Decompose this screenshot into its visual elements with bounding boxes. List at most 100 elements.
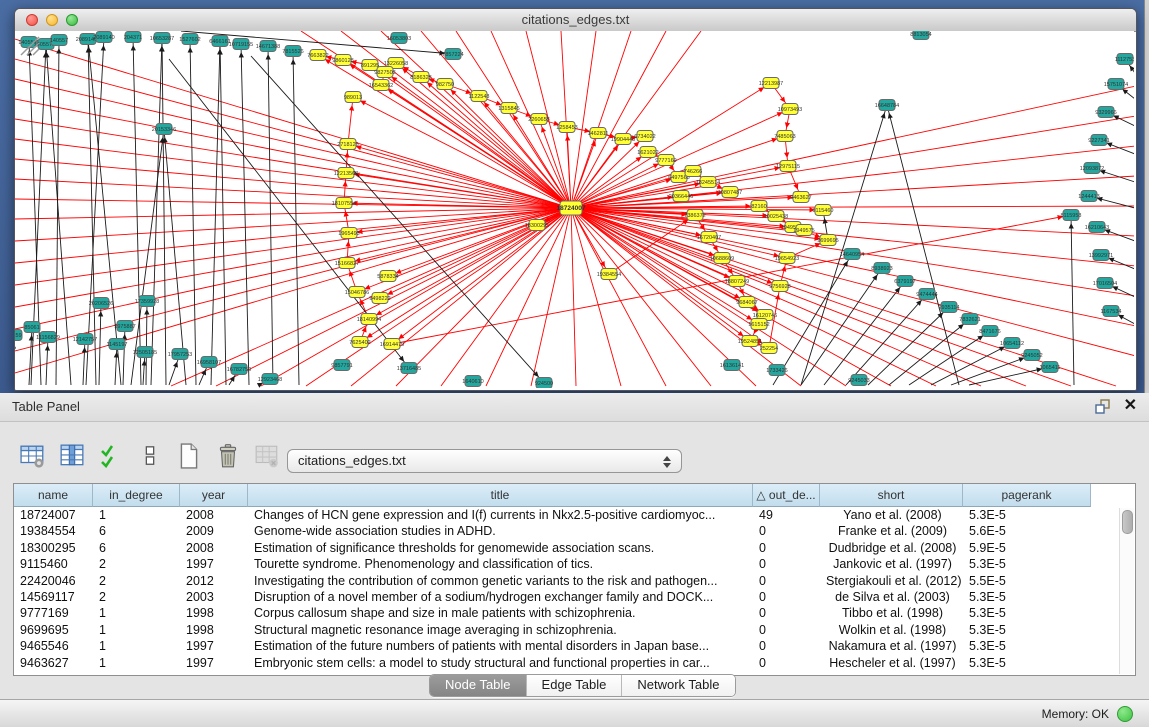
table-row[interactable]: 946362711997Embryonic stem cells: a mode… xyxy=(14,655,1135,671)
table-row[interactable]: 969969511998Structural magnetic resonanc… xyxy=(14,622,1135,638)
table-cell: 5.6E-5 xyxy=(963,523,1091,539)
table-row[interactable]: 1938455462009Genome-wide association stu… xyxy=(14,523,1135,539)
graph-node-label: 1244413 xyxy=(1078,194,1099,200)
edge-arrowhead xyxy=(843,261,848,267)
column-header-pagerank[interactable]: pagerank xyxy=(963,484,1091,507)
graph-node-label: 7857224 xyxy=(442,52,463,58)
edge-arrowhead xyxy=(872,275,877,281)
memory-ok-indicator-icon[interactable] xyxy=(1117,706,1133,722)
table-row[interactable]: 1456911722003Disruption of a novel membe… xyxy=(14,589,1135,605)
table-cell: 1997 xyxy=(180,556,248,572)
table-cell: 1997 xyxy=(180,655,248,671)
graph-node-label: 10654112 xyxy=(1000,341,1024,347)
edge-arrowhead xyxy=(399,356,404,362)
table-settings-icon[interactable] xyxy=(20,443,46,469)
red-edge-ray xyxy=(15,208,571,351)
black-citation-edge xyxy=(931,343,1012,385)
red-edge-ray xyxy=(15,208,571,241)
graph-node-label: 9777169 xyxy=(655,158,676,164)
red-edge-ray xyxy=(571,208,1134,236)
table-row[interactable]: 2242004622012Investigating the contribut… xyxy=(14,573,1135,589)
network-window-titlebar[interactable]: citations_edges.txt xyxy=(15,9,1136,32)
table-cell: 0 xyxy=(753,556,820,572)
edge-arrowhead xyxy=(895,287,900,293)
edge-arrowhead xyxy=(15,343,16,349)
graph-node-label: 10807487 xyxy=(718,190,742,196)
graph-node-label: 17359928 xyxy=(135,299,159,305)
graph-node-label: 13226058 xyxy=(384,61,408,67)
graph-node-label: 18724007 xyxy=(557,205,586,212)
graph-node-label: 16782759 xyxy=(227,367,251,373)
float-window-icon[interactable] xyxy=(1093,398,1111,416)
zoom-window-button[interactable] xyxy=(66,14,78,26)
network-canvas[interactable]: 1405572140557241405572089140620891402043… xyxy=(15,31,1134,388)
graph-node-label: 13992971 xyxy=(1089,253,1113,259)
table-cell: Embryonic stem cells: a model to study s… xyxy=(248,655,753,671)
resize-grip-icon[interactable] xyxy=(15,31,41,57)
column-header-short[interactable]: short xyxy=(820,484,963,507)
edge-arrowhead xyxy=(541,127,546,133)
table-header-row: namein_degreeyeartitle△ out_de...shortpa… xyxy=(14,484,1135,507)
table-cell: Disruption of a novel member of a sodium… xyxy=(248,589,753,605)
graph-node-label: 16720407 xyxy=(697,235,721,241)
edge-arrowhead xyxy=(56,48,61,54)
graph-node-label: 16053803 xyxy=(387,36,411,42)
close-panel-icon[interactable]: ✕ xyxy=(1124,396,1137,416)
graph-node-label: 14640954 xyxy=(840,252,864,258)
table-cell: 5.9E-5 xyxy=(963,540,1091,556)
graph-node-label: 20153346 xyxy=(152,127,176,133)
black-citation-edge xyxy=(909,331,990,385)
table-cell: Genome-wide association studies in ADHD. xyxy=(248,523,753,539)
column-header-title[interactable]: title xyxy=(248,484,753,507)
graph-node-label: 989013 xyxy=(344,95,362,101)
edge-arrowhead xyxy=(239,52,244,58)
select-all-checks-icon[interactable] xyxy=(98,443,124,469)
minimize-window-button[interactable] xyxy=(46,14,58,26)
table-row[interactable]: 911546021997Tourette syndrome. Phenomeno… xyxy=(14,556,1135,572)
column-header-name[interactable]: name xyxy=(14,484,93,507)
rows-icon[interactable] xyxy=(137,443,163,469)
table-select-dropdown[interactable]: citations_edges.txt xyxy=(287,449,682,473)
table-panel-header: Table Panel ✕ xyxy=(0,393,1149,422)
close-window-button[interactable] xyxy=(26,14,38,26)
black-citation-edge xyxy=(293,51,299,385)
table-cell: 2 xyxy=(93,589,180,605)
table-cell: 1 xyxy=(93,605,180,621)
graph-node-label: 2089140 xyxy=(93,35,114,41)
graph-node-label: 12142757 xyxy=(73,337,97,343)
graph-node-label: 9329966 xyxy=(1095,110,1116,116)
graph-node-label: 11156829 xyxy=(36,335,60,341)
graph-node-label: 16543362 xyxy=(369,83,393,89)
table-scrollbar[interactable] xyxy=(1119,508,1134,674)
edge-arrowhead xyxy=(398,334,404,339)
tab-edge-table[interactable]: Edge Table xyxy=(527,675,623,696)
graph-node-label: 1145197 xyxy=(106,342,127,348)
red-edge-ray xyxy=(15,208,571,329)
graph-node-label: 39159 xyxy=(15,333,22,339)
graph-node-label: 1167534 xyxy=(1100,309,1121,315)
column-header-out_de[interactable]: △ out_de... xyxy=(753,484,820,507)
table-row[interactable]: 946554611997Estimation of the future num… xyxy=(14,638,1135,654)
graph-node-label: 16120746 xyxy=(753,313,777,319)
table-row[interactable]: 1830029562008Estimation of significance … xyxy=(14,540,1135,556)
new-document-icon[interactable] xyxy=(176,443,202,469)
black-citation-edge xyxy=(29,42,41,385)
table-cell: 9699695 xyxy=(14,622,93,638)
column-header-year[interactable]: year xyxy=(180,484,248,507)
graph-node-label: 1949575 xyxy=(793,228,814,234)
table-row[interactable]: 977716911998Corpus callosum shape and si… xyxy=(14,605,1135,621)
delete-table-disabled-icon xyxy=(254,443,280,469)
edge-arrowhead xyxy=(349,271,354,277)
select-column-icon[interactable] xyxy=(59,443,85,469)
edge-arrowhead xyxy=(781,266,786,272)
black-citation-edge xyxy=(133,37,141,385)
table-scrollbar-thumb[interactable] xyxy=(1122,510,1133,534)
graph-node-label: 1615152 xyxy=(748,322,769,328)
graph-node-label: 6734022 xyxy=(634,134,655,140)
table-row[interactable]: 1872400712008Changes of HCN gene express… xyxy=(14,507,1135,523)
graph-node-label: 7625402 xyxy=(349,340,370,346)
tab-node-table[interactable]: Node Table xyxy=(430,675,527,696)
column-header-in_degree[interactable]: in_degree xyxy=(93,484,180,507)
delete-trash-icon[interactable] xyxy=(215,443,241,469)
tab-network-table[interactable]: Network Table xyxy=(622,675,734,696)
